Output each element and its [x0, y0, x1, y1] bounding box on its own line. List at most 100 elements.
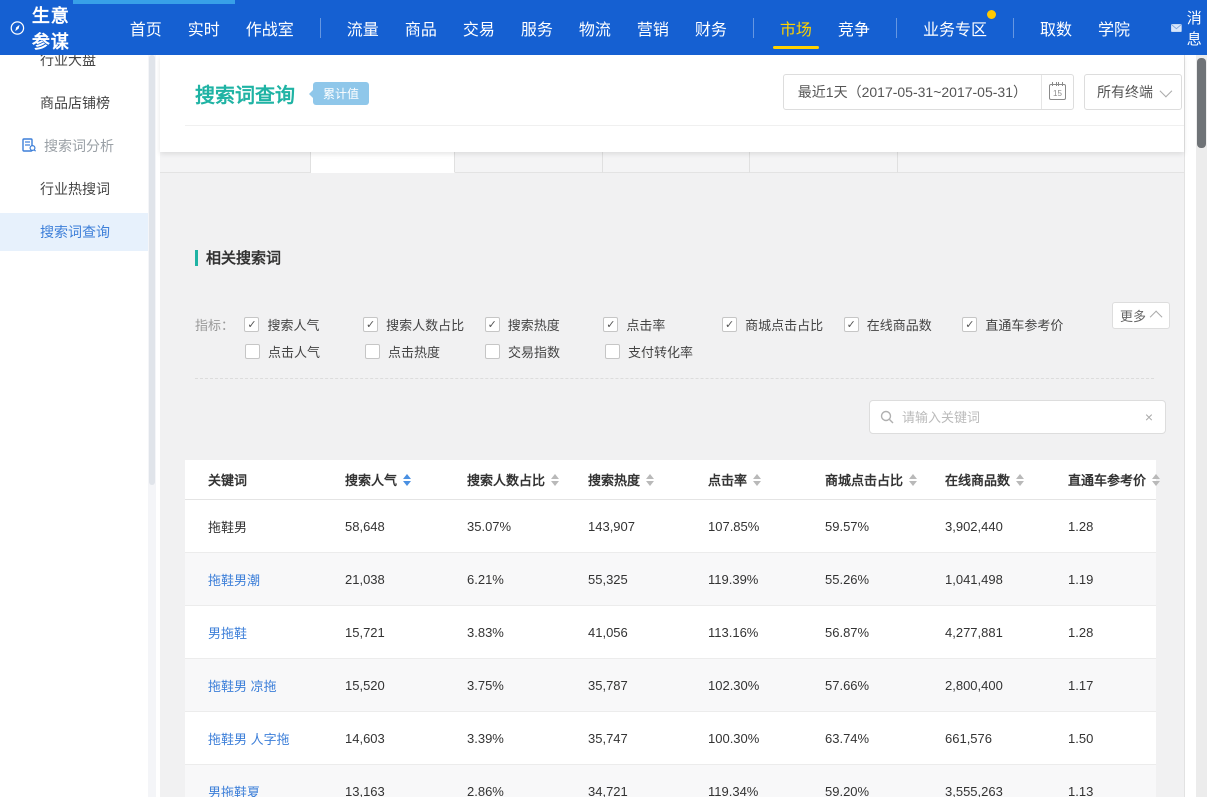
column-header-label: 直通车参考价: [1068, 470, 1146, 489]
nav-item-业务专区[interactable]: 业务专区: [921, 2, 989, 54]
cell-value: 15,721: [345, 625, 385, 640]
checkbox-checked-icon[interactable]: ✓: [962, 317, 977, 332]
column-header-点击率[interactable]: 点击率: [685, 460, 802, 499]
column-header-搜索人数占比[interactable]: 搜索人数占比: [444, 460, 565, 499]
metric-checkbox-label: 搜索人气: [267, 315, 319, 334]
metric-checkbox-搜索热度[interactable]: ✓搜索热度: [485, 315, 604, 334]
more-button[interactable]: 更多: [1112, 302, 1170, 329]
cell-value: 55,325: [588, 572, 628, 587]
page-scrollbar-thumb[interactable]: [1197, 58, 1206, 148]
cell-value: 35,787: [588, 678, 628, 693]
metric-checkbox-在线商品数[interactable]: ✓在线商品数: [844, 315, 963, 334]
page-scrollbar[interactable]: [1196, 55, 1207, 797]
metric-checkbox-点击率[interactable]: ✓点击率: [603, 315, 722, 334]
tab-4[interactable]: [603, 152, 750, 173]
sidebar-item-行业大盘[interactable]: 行业大盘: [0, 55, 155, 79]
column-header-商城点击占比[interactable]: 商城点击占比: [802, 460, 922, 499]
keyword-link[interactable]: 男拖鞋: [208, 623, 247, 642]
checkbox-checked-icon[interactable]: ✓: [844, 317, 859, 332]
metric-checkbox-点击热度[interactable]: 点击热度: [365, 342, 485, 361]
nav-item-首页[interactable]: 首页: [128, 2, 164, 54]
metric-checkbox-交易指数[interactable]: 交易指数: [485, 342, 605, 361]
cell-value: 113.16%: [708, 625, 758, 640]
cell-value: 2,800,400: [945, 678, 1003, 693]
metric-checkbox-支付转化率[interactable]: 支付转化率: [605, 342, 725, 361]
nav-item-作战室[interactable]: 作战室: [244, 2, 296, 54]
tab-1[interactable]: [160, 152, 311, 173]
nav-item-商品[interactable]: 商品: [403, 2, 439, 54]
keyword-link[interactable]: 男拖鞋夏: [208, 782, 260, 797]
nav-item-服务[interactable]: 服务: [519, 2, 555, 54]
cell-value: 119.34%: [708, 784, 758, 797]
checkbox-unchecked-icon[interactable]: [605, 344, 620, 359]
sort-caret-icon[interactable]: [646, 474, 654, 486]
sort-caret-icon[interactable]: [909, 474, 917, 486]
nav-item-物流[interactable]: 物流: [577, 2, 613, 54]
checkbox-checked-icon[interactable]: ✓: [363, 317, 378, 332]
metric-checkbox-直通车参考价[interactable]: ✓ 直通车参考价: [962, 315, 1084, 334]
metric-checkbox-点击人气[interactable]: 点击人气: [245, 342, 365, 361]
date-range-text: 最近1天（2017-05-31~2017-05-31）: [784, 75, 1041, 109]
checkbox-unchecked-icon[interactable]: [485, 344, 500, 359]
cell-value: 13,163: [345, 784, 385, 797]
sort-caret-icon[interactable]: [753, 474, 761, 486]
brand-name: 生意参谋: [32, 2, 79, 54]
sort-caret-icon[interactable]: [1152, 474, 1160, 486]
sort-caret-icon[interactable]: [551, 474, 559, 486]
nav-item-交易[interactable]: 交易: [461, 2, 497, 54]
metric-checkbox-label: 直通车参考价: [985, 315, 1063, 334]
checkbox-checked-icon[interactable]: ✓: [722, 317, 737, 332]
calendar-button[interactable]: 15: [1041, 75, 1073, 109]
metric-checkbox-搜索人数占比[interactable]: ✓搜索人数占比: [363, 315, 485, 334]
sidebar-item-label: 行业热搜词: [40, 181, 110, 197]
nav-item-财务[interactable]: 财务: [693, 2, 729, 54]
nav-item-实时[interactable]: 实时: [186, 2, 222, 54]
metric-checkbox-label: 支付转化率: [628, 342, 693, 361]
cell-value: 1.28: [1068, 625, 1093, 640]
nav-badge-dot: [987, 10, 996, 19]
nav-item-营销[interactable]: 营销: [635, 2, 671, 54]
nav-item-市场[interactable]: 市场: [778, 2, 814, 54]
column-header-直通车参考价[interactable]: 直通车参考价: [1045, 460, 1160, 499]
sidebar-item-行业热搜词[interactable]: 行业热搜词: [0, 170, 155, 208]
tab-2[interactable]: [311, 152, 455, 173]
column-header-在线商品数[interactable]: 在线商品数: [922, 460, 1045, 499]
checkbox-unchecked-icon[interactable]: [245, 344, 260, 359]
header-divider: [185, 125, 1184, 126]
sort-caret-icon[interactable]: [1016, 474, 1024, 486]
table-row: 男拖鞋夏13,1632.86%34,721119.34%59.20%3,555,…: [185, 765, 1156, 797]
cell-value: 15,520: [345, 678, 385, 693]
terminal-select[interactable]: 所有终端: [1084, 74, 1182, 110]
nav-item-竞争[interactable]: 竞争: [836, 2, 872, 54]
sidebar-scrollbar-thumb[interactable]: [149, 55, 155, 485]
checkbox-unchecked-icon[interactable]: [365, 344, 380, 359]
cell-value: 35,747: [588, 731, 628, 746]
metric-checkbox-搜索人气[interactable]: ✓ 搜索人气: [244, 315, 363, 334]
keyword-link[interactable]: 拖鞋男 人字拖: [208, 729, 290, 748]
cell-value: 6.21%: [467, 572, 504, 587]
checkbox-checked-icon[interactable]: ✓: [603, 317, 618, 332]
tab-5[interactable]: [750, 152, 898, 173]
nav-item-学院[interactable]: 学院: [1096, 2, 1132, 54]
clear-search-icon[interactable]: ×: [1143, 409, 1155, 425]
search-icon: [880, 410, 894, 424]
keyword-link[interactable]: 拖鞋男 凉拖: [208, 676, 277, 695]
sort-caret-icon[interactable]: [403, 474, 411, 486]
checkbox-checked-icon[interactable]: ✓: [244, 317, 259, 332]
sidebar-scrollbar[interactable]: [148, 55, 156, 797]
tab-3[interactable]: [455, 152, 603, 173]
metric-checkbox-商城点击占比[interactable]: ✓商城点击占比: [722, 315, 844, 334]
tab-6[interactable]: [898, 152, 1184, 173]
sidebar-item-搜索词查询[interactable]: 搜索词查询: [0, 213, 155, 251]
brand-logo[interactable]: 生意参谋: [10, 2, 79, 54]
messages-button[interactable]: 消息: [1171, 7, 1207, 49]
date-range-picker[interactable]: 最近1天（2017-05-31~2017-05-31） 15: [783, 74, 1074, 110]
checkbox-checked-icon[interactable]: ✓: [485, 317, 500, 332]
keyword-link[interactable]: 拖鞋男潮: [208, 570, 260, 589]
sidebar-item-商品店铺榜[interactable]: 商品店铺榜: [0, 84, 155, 122]
nav-item-取数[interactable]: 取数: [1038, 2, 1074, 54]
nav-item-流量[interactable]: 流量: [345, 2, 381, 54]
column-header-搜索人气[interactable]: 搜索人气: [322, 460, 444, 499]
column-header-搜索热度[interactable]: 搜索热度: [565, 460, 685, 499]
keyword-search-input[interactable]: [902, 410, 1143, 425]
